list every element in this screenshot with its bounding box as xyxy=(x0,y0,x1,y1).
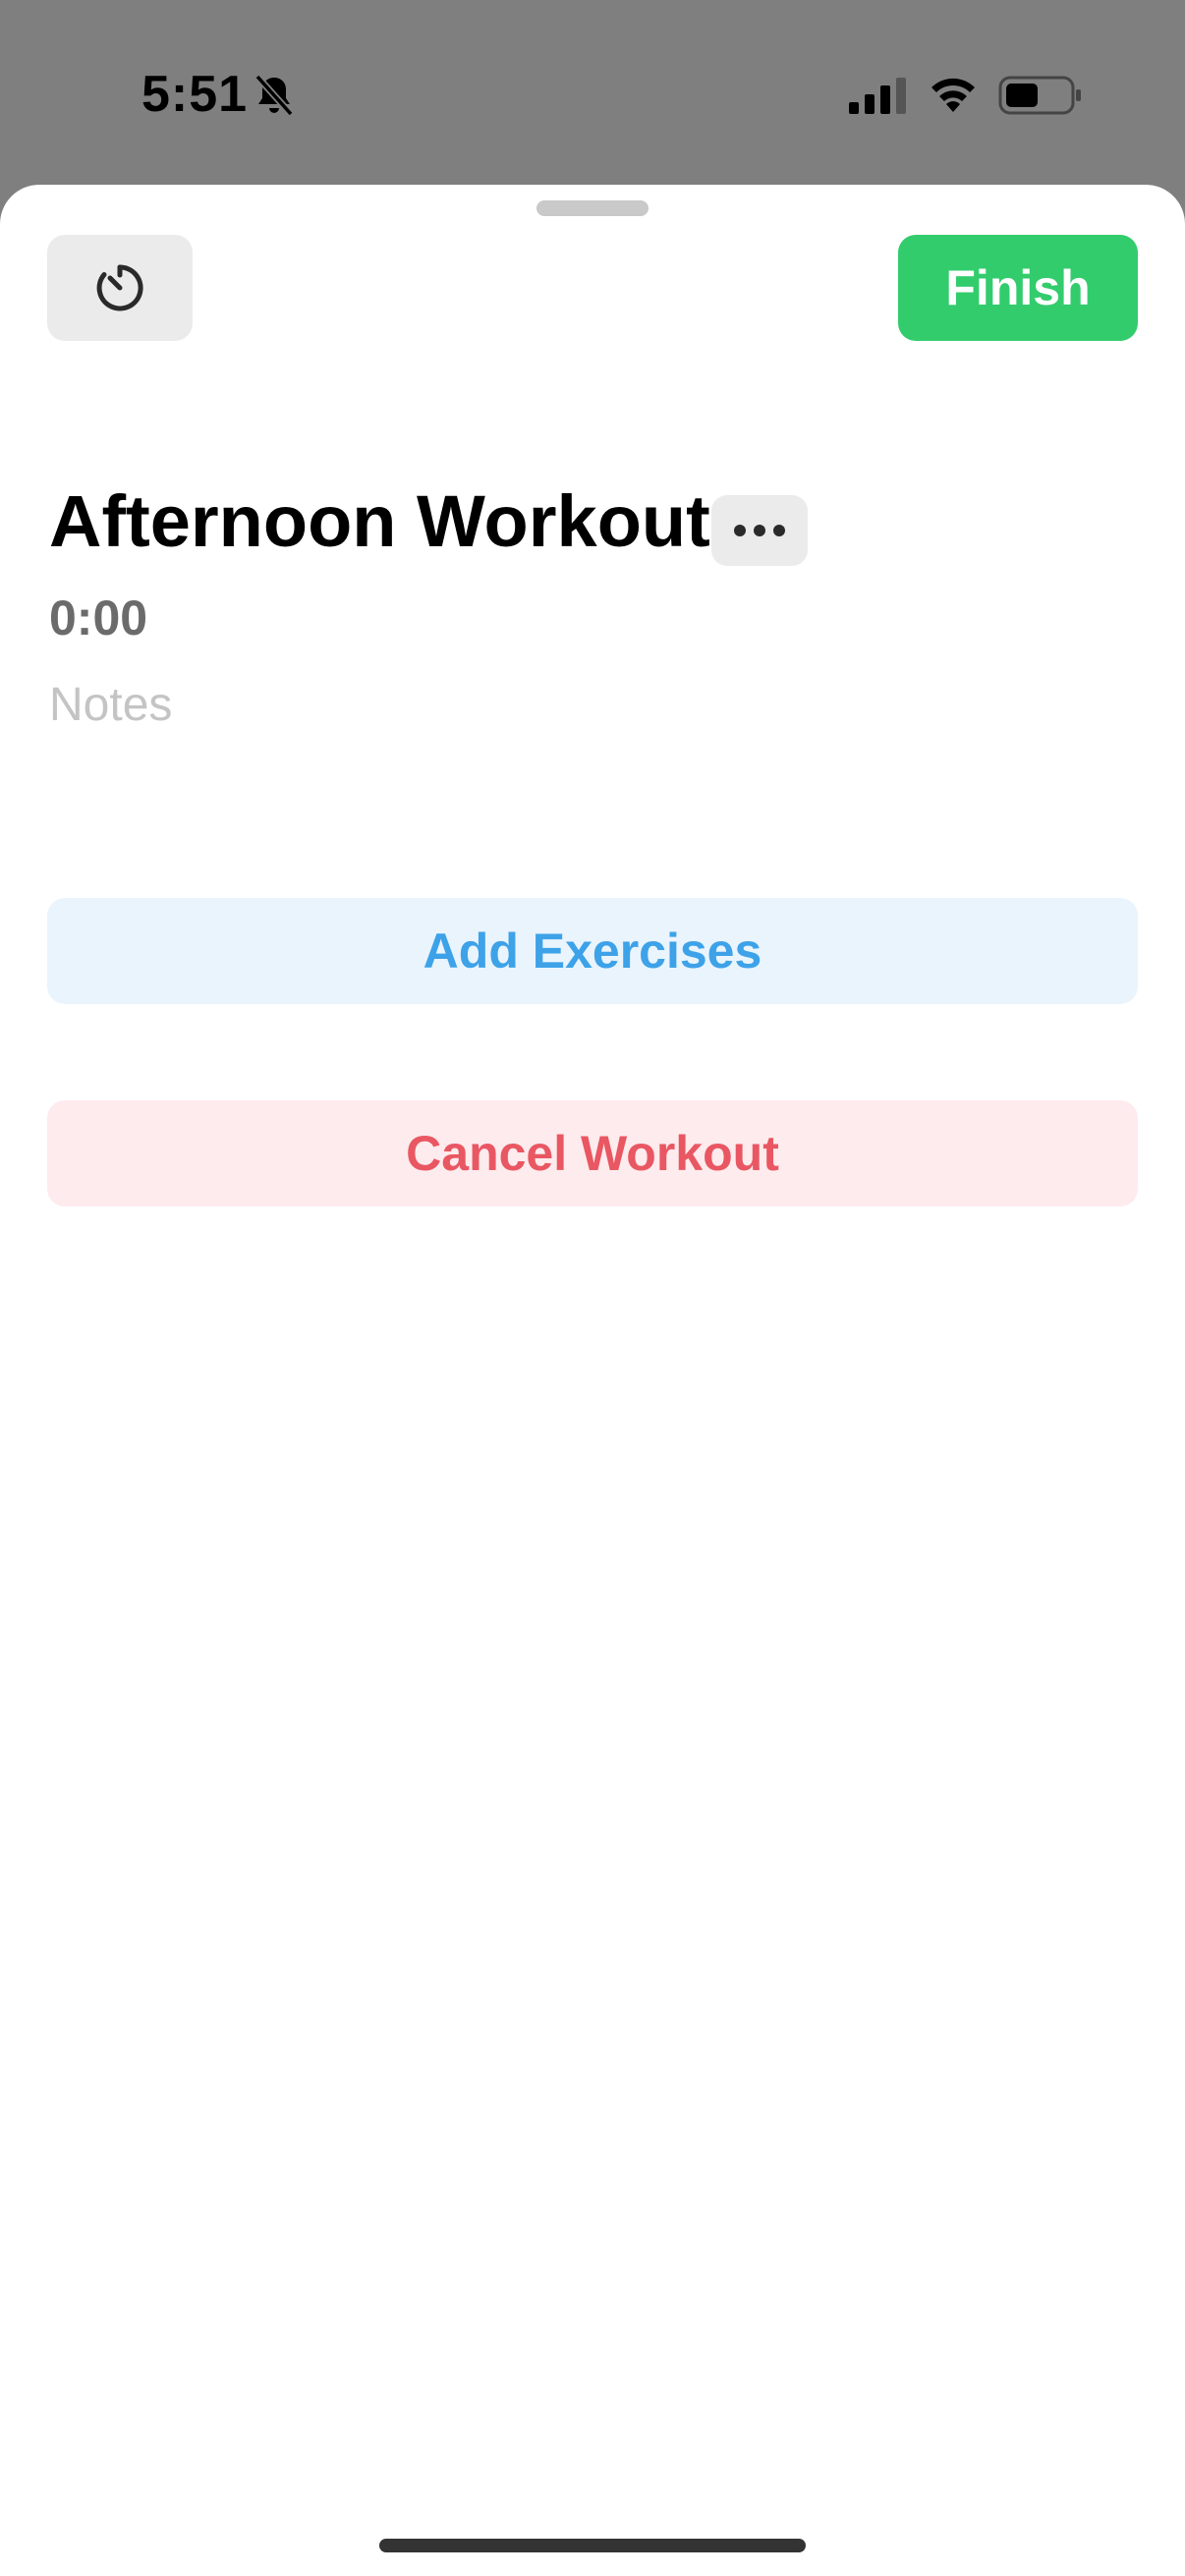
timer-icon xyxy=(96,264,143,311)
more-options-button[interactable] xyxy=(711,495,808,566)
sheet-grabber[interactable] xyxy=(536,200,649,216)
cellular-signal-icon xyxy=(849,78,906,114)
add-exercises-button[interactable]: Add Exercises xyxy=(47,898,1138,1004)
notes-field[interactable] xyxy=(47,670,1132,739)
elapsed-time: 0:00 xyxy=(49,590,148,645)
home-indicator xyxy=(379,2539,806,2552)
battery-icon xyxy=(998,76,1081,115)
finish-button[interactable]: Finish xyxy=(898,235,1138,341)
workout-sheet: Finish Afternoon Workout 0:00 Add Exerci… xyxy=(0,185,1185,2576)
bell-slash-icon xyxy=(254,74,294,117)
wifi-icon xyxy=(931,78,975,112)
workout-title[interactable]: Afternoon Workout xyxy=(49,479,710,563)
rest-timer-button[interactable] xyxy=(47,235,193,341)
status-bar: 5:51 xyxy=(0,0,1185,187)
ellipsis-icon xyxy=(734,525,785,536)
cancel-workout-button[interactable]: Cancel Workout xyxy=(47,1100,1138,1206)
status-time: 5:51 xyxy=(141,66,249,123)
